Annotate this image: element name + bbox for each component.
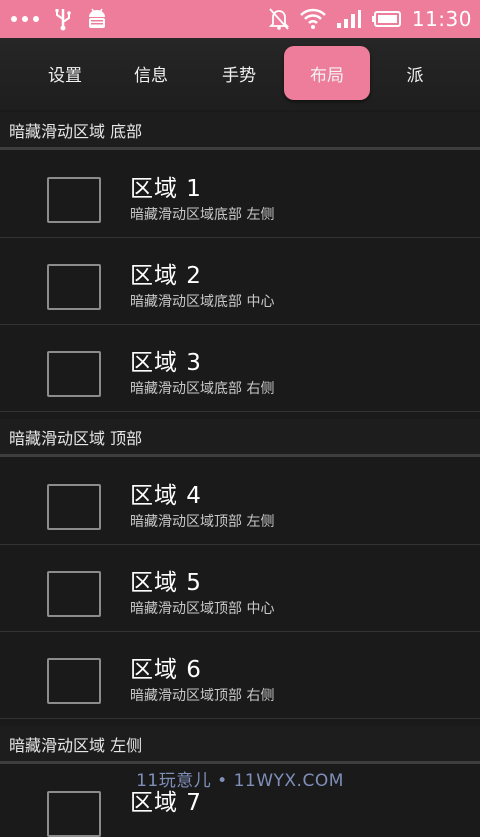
item-title: 区域 5	[130, 570, 202, 596]
item-title: 区域 1	[130, 176, 202, 202]
item-subtitle: 暗藏滑动区域底部 中心	[130, 294, 275, 310]
checkbox[interactable]	[47, 791, 101, 837]
more-dots-icon	[10, 14, 40, 24]
item-subtitle: 暗藏滑动区域顶部 右侧	[130, 688, 275, 704]
tab-label: 布局	[310, 65, 344, 86]
status-bar: 11:30	[0, 0, 480, 42]
tab-label: 手势	[222, 65, 256, 86]
list-item-area-5[interactable]: 区域 5 暗藏滑动区域顶部 中心	[0, 545, 480, 632]
tab-info[interactable]: 信息	[116, 46, 186, 100]
tab-bar: 设置 信息 手势 布局 派	[0, 38, 480, 110]
checkbox[interactable]	[47, 351, 101, 397]
checkbox[interactable]	[47, 264, 101, 310]
checkbox[interactable]	[47, 571, 101, 617]
tab-label: 信息	[134, 65, 168, 86]
tab-pie[interactable]: 派	[390, 46, 440, 100]
section-header-top: 暗藏滑动区域 顶部	[0, 419, 480, 457]
checkbox[interactable]	[47, 177, 101, 223]
list-item-area-3[interactable]: 区域 3 暗藏滑动区域底部 右侧	[0, 325, 480, 412]
section-header-bottom: 暗藏滑动区域 底部	[0, 112, 480, 150]
item-title: 区域 4	[130, 483, 202, 509]
item-title: 区域 3	[130, 350, 202, 376]
checkbox[interactable]	[47, 658, 101, 704]
list-item-area-1[interactable]: 区域 1 暗藏滑动区域底部 左侧	[0, 151, 480, 238]
item-subtitle: 暗藏滑动区域顶部 左侧	[130, 514, 275, 530]
checkbox[interactable]	[47, 484, 101, 530]
bell-muted-icon	[268, 7, 290, 31]
list-item-area-4[interactable]: 区域 4 暗藏滑动区域顶部 左侧	[0, 458, 480, 545]
item-subtitle: 暗藏滑动区域顶部 中心	[130, 601, 275, 617]
item-title: 区域 6	[130, 657, 202, 683]
tab-label: 派	[406, 65, 424, 86]
item-subtitle: 暗藏滑动区域底部 右侧	[130, 381, 275, 397]
list-item-area-2[interactable]: 区域 2 暗藏滑动区域底部 中心	[0, 238, 480, 325]
tab-label: 设置	[48, 65, 82, 86]
item-title: 区域 2	[130, 263, 202, 289]
wifi-icon	[299, 8, 326, 30]
tab-gestures[interactable]: 手势	[204, 46, 274, 100]
tab-settings[interactable]: 设置	[30, 46, 100, 100]
list-item-area-6[interactable]: 区域 6 暗藏滑动区域顶部 右侧	[0, 632, 480, 719]
battery-icon	[371, 10, 402, 28]
android-debug-icon	[86, 7, 108, 31]
item-subtitle: 暗藏滑动区域底部 左侧	[130, 207, 275, 223]
watermark: 11玩意儿 • 11WYX.COM	[136, 771, 344, 791]
signal-icon	[336, 9, 362, 29]
section-header-left: 暗藏滑动区域 左侧	[0, 726, 480, 764]
clock-time: 11:30	[411, 7, 472, 31]
usb-icon	[54, 7, 72, 31]
tab-layout[interactable]: 布局	[284, 46, 370, 100]
